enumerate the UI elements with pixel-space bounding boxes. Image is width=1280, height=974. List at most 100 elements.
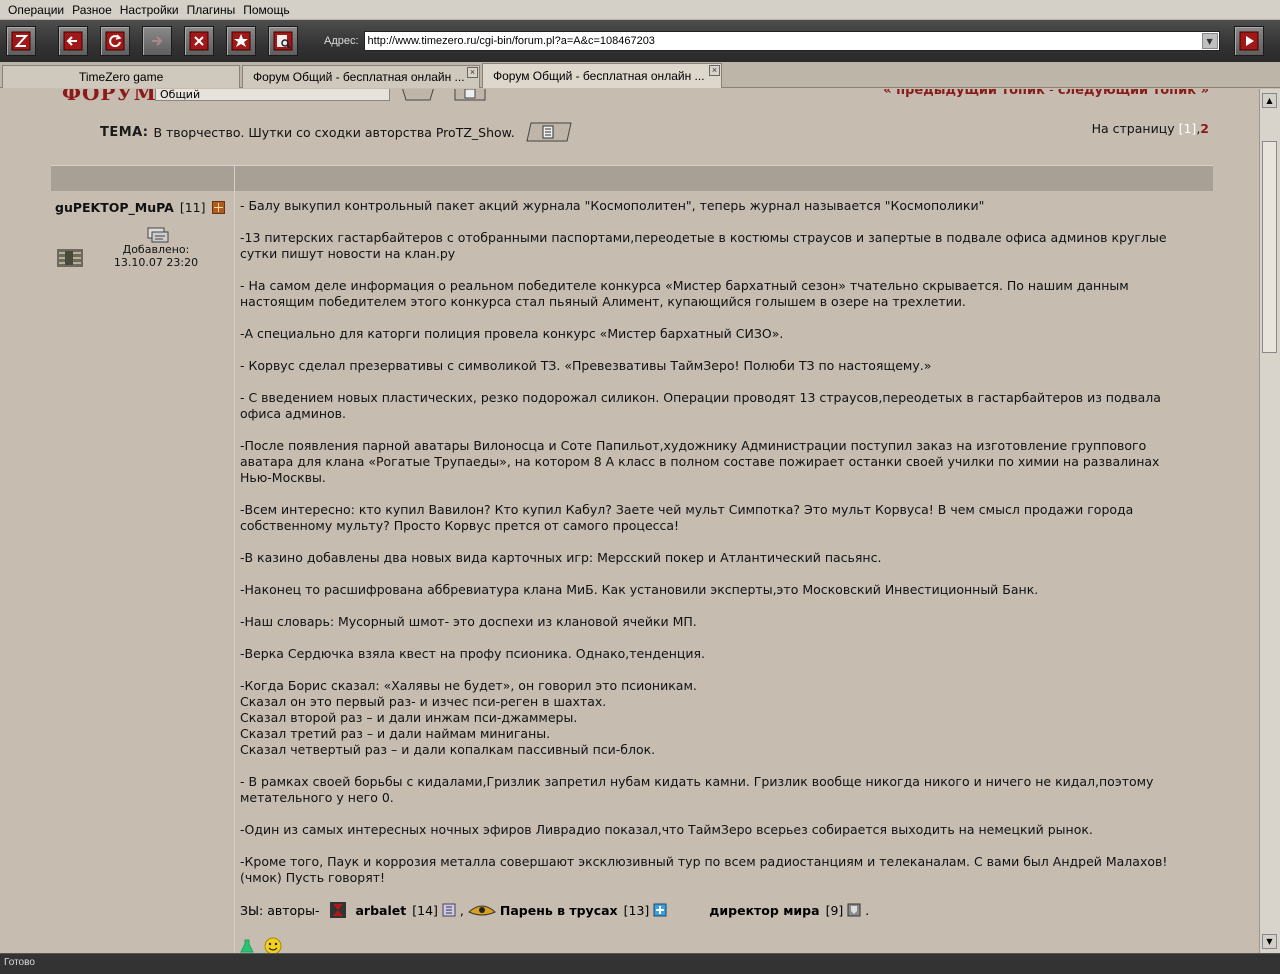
post-line: -Наш словарь: Мусорный шмот- это доспехи… (240, 614, 697, 629)
close-icon[interactable]: × (467, 67, 478, 78)
clan-emblem-icon[interactable] (57, 249, 83, 267)
post-date: Добавлено: 13.10.07 23:20 (111, 243, 201, 269)
ps-author-nick[interactable]: директор мира (709, 903, 819, 918)
next-topic-link[interactable]: следующий топик » (1058, 89, 1209, 98)
post-line: Нью-Москвы. (240, 470, 326, 485)
column-divider (234, 192, 235, 953)
new-topic-icon[interactable] (451, 89, 489, 101)
menu-operations[interactable]: Операции (4, 3, 68, 17)
go-button[interactable] (1233, 26, 1264, 56)
chevron-down-icon: ▼ (1206, 36, 1213, 46)
post-line: - В рамках своей борьбы с кидалами,Гризл… (240, 774, 1154, 789)
profession-badge-icon[interactable] (211, 201, 225, 214)
post-paragraph: -Наш словарь: Мусорный шмот- это доспехи… (240, 614, 1210, 630)
ps-author-nick[interactable]: arbalet (356, 903, 407, 918)
ps-author-level: [13] (623, 902, 650, 918)
post-paragraph: - Балу выкупил контрольный пакет акций ж… (240, 198, 1210, 214)
page-current: [1] (1178, 121, 1197, 136)
post-line: - С введением новых пластических, резко … (240, 390, 1161, 405)
post-paragraph: - На самом деле информация о реальном по… (240, 278, 1210, 310)
toolbar: Адрес: ▼ (0, 20, 1280, 62)
profession-doc-icon[interactable] (442, 903, 456, 917)
post-line: Сказал четвертый раз – и дали копалкам п… (240, 742, 656, 757)
pagination: На страницу [1],2 (1092, 121, 1209, 136)
post-paragraph: - В рамках своей борьбы с кидалами,Гризл… (240, 774, 1210, 806)
post-line: -Всем интересно: кто купил Вавилон? Кто … (240, 502, 1134, 517)
ps-author-nick[interactable]: Парень в трусах (500, 903, 618, 918)
address-input[interactable] (364, 32, 1201, 50)
menu-help[interactable]: Помощь (239, 3, 293, 17)
post-paragraph: -Один из самых интересных ночных эфиров … (240, 822, 1210, 838)
post-line: -13 питерских гастарбайтеров с отобранны… (240, 230, 1167, 245)
triangle-down-icon: ▼ (1266, 937, 1273, 946)
post-line: (чмок) Пусть говорят! (240, 870, 386, 885)
page-2-link[interactable]: 2 (1200, 121, 1209, 136)
ps-authors-line: ЗЫ: авторы- arbalet [14] , Парень в трус… (240, 902, 869, 918)
topic-row: ТЕМА: В творчество. Шутки со сходки авто… (100, 121, 573, 143)
post-body: - Балу выкупил контрольный пакет акций ж… (240, 198, 1210, 902)
post-line: настоящим победителем этого конкурса ста… (240, 294, 966, 309)
post-line: собственному мульту? Просто Корвус претс… (240, 518, 680, 533)
vertical-scrollbar[interactable]: ▲ ▼ (1259, 89, 1280, 953)
topic-navigation: « предыдущий топик - следующий топик » (883, 89, 1209, 98)
profession-shield-icon[interactable] (847, 903, 861, 917)
play-arrow-icon (1239, 31, 1259, 51)
menu-bar: Операции Разное Настройки Плагины Помощь (0, 0, 1280, 20)
menu-settings[interactable]: Настройки (116, 3, 183, 17)
tab-bar: TimeZero game Форум Общий - бесплатная о… (0, 62, 1280, 88)
tab-forum-2[interactable]: Форум Общий - бесплатная онлайн ... × (482, 63, 722, 88)
tab-label: Форум Общий - бесплатная онлайн ... (493, 69, 705, 83)
go-section-icon[interactable] (400, 89, 436, 101)
post-paragraph: -Всем интересно: кто купил Вавилон? Кто … (240, 502, 1210, 534)
forward-button[interactable] (142, 26, 172, 56)
post-line: метательного у него 0. (240, 790, 394, 805)
reply-icon[interactable] (525, 121, 573, 143)
address-bar: ▼ (363, 31, 1220, 51)
scroll-down-button[interactable]: ▼ (1262, 934, 1277, 949)
tab-label: Форум Общий - бесплатная онлайн ... (253, 70, 465, 84)
author-nick[interactable]: guPEKTOP_MuPA (55, 200, 174, 215)
menu-misc[interactable]: Разное (68, 3, 116, 17)
scroll-up-button[interactable]: ▲ (1262, 93, 1277, 108)
smiles-row (240, 937, 282, 953)
stop-button[interactable] (184, 26, 214, 56)
status-text: Готово (4, 957, 35, 968)
prev-topic-link[interactable]: « предыдущий топик (883, 89, 1045, 98)
post-paragraph: -Когда Борис сказал: «Халявы не будет», … (240, 678, 1210, 758)
history-button[interactable] (268, 26, 298, 56)
clan-hourglass-icon[interactable] (329, 902, 346, 918)
post-line: сутки пишут новости на клан.ру (240, 246, 456, 261)
post-paragraph: -После появления парной аватары Вилоносц… (240, 438, 1210, 486)
tab-forum-1[interactable]: Форум Общий - бесплатная онлайн ... × (242, 65, 480, 88)
post-paragraph: - С введением новых пластических, резко … (240, 390, 1210, 422)
home-logo-button[interactable] (6, 26, 36, 56)
star-icon (231, 31, 251, 51)
ps-separator: . (865, 902, 870, 918)
post-line: -Верка Сердючка взяла квест на профу пси… (240, 646, 706, 661)
profession-medic-icon[interactable] (653, 903, 667, 917)
close-x-icon (189, 31, 209, 51)
ps-prefix: ЗЫ: авторы- (240, 902, 320, 918)
address-dropdown-button[interactable]: ▼ (1201, 33, 1218, 49)
forum-section-select[interactable]: Общий (155, 89, 390, 101)
post-line: -Наконец то расшифрована аббревиатура кл… (240, 582, 1039, 597)
post-line: -А специально для каторги полиция провел… (240, 326, 784, 341)
status-bar: Готово (0, 953, 1280, 974)
author-level: [11] (179, 200, 206, 215)
added-date: 13.10.07 23:20 (113, 256, 199, 269)
reload-button[interactable] (100, 26, 130, 56)
menu-plugins[interactable]: Плагины (183, 3, 240, 17)
tab-timezero-game[interactable]: TimeZero game (2, 65, 240, 88)
nav-separator: - (1044, 89, 1058, 98)
favorites-button[interactable] (226, 26, 256, 56)
clan-eye-icon[interactable] (468, 902, 496, 918)
private-message-icon[interactable] (147, 227, 169, 243)
post-header-bar (51, 165, 1213, 192)
ps-separator: , (459, 902, 464, 918)
back-button[interactable] (58, 26, 88, 56)
post-line: -В казино добавлены два новых вида карто… (240, 550, 882, 565)
scroll-thumb[interactable] (1262, 141, 1277, 353)
page-content: ФОРУМ: Общий « предыдущий топик - следую… (0, 89, 1259, 953)
pages-label: На страницу (1091, 121, 1175, 136)
close-icon[interactable]: × (709, 65, 720, 76)
